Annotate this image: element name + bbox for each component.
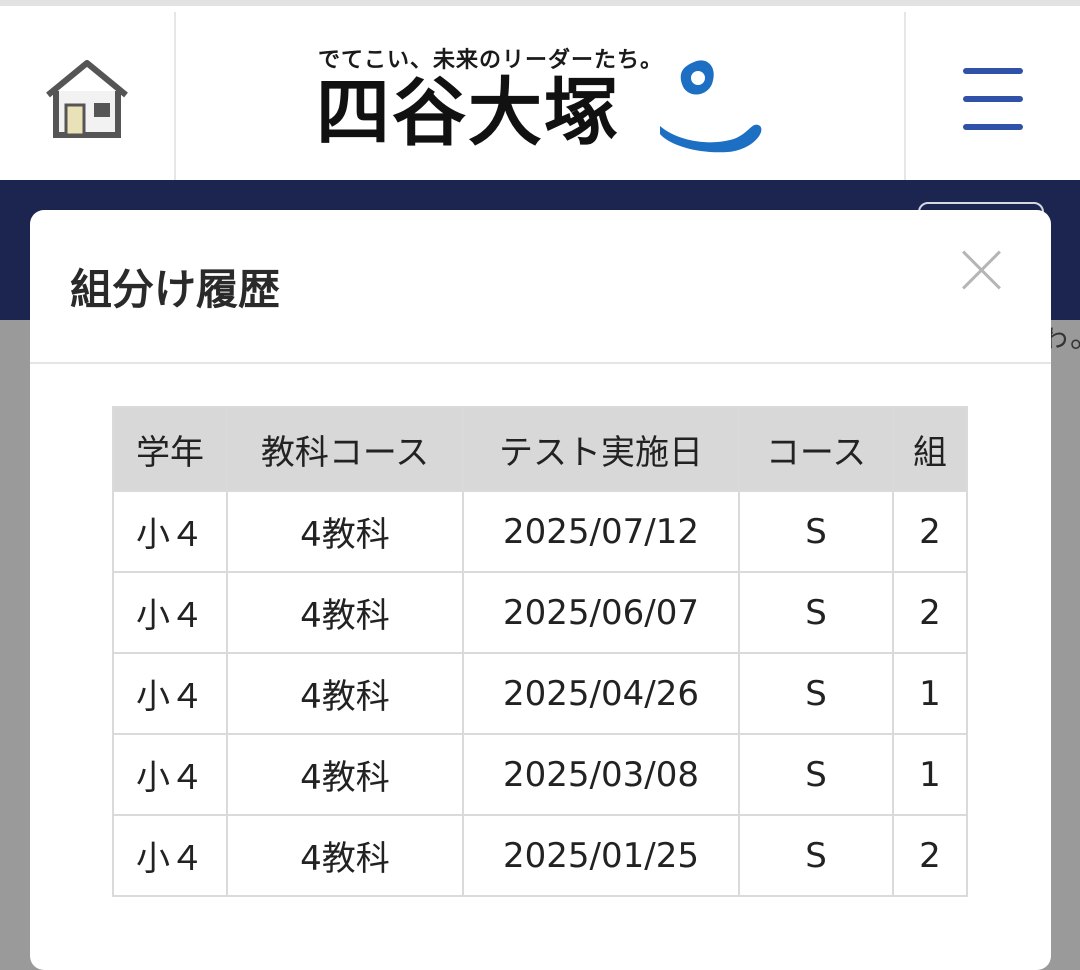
column-header-course: コース (738, 406, 894, 492)
hamburger-menu-icon (963, 68, 1023, 130)
cell-grade: 小４ (112, 733, 228, 816)
cell-grade: 小４ (112, 571, 228, 654)
table-header-row: 学年 教科コース テスト実施日 コース 組 (112, 406, 968, 492)
table-row: 小４ 4教科 2025/04/26 S 1 (112, 652, 968, 735)
class-history-table: 学年 教科コース テスト実施日 コース 組 小４ 4教科 2025/07/12 … (112, 406, 968, 897)
cell-subject-course: 4教科 (226, 814, 464, 897)
cell-class: 2 (892, 571, 968, 654)
modal-title: 組分け履歴 (70, 265, 281, 314)
cell-grade: 小４ (112, 814, 228, 897)
cell-test-date: 2025/01/25 (462, 814, 740, 897)
cell-subject-course: 4教科 (226, 571, 464, 654)
brand-mascot-mark (660, 60, 762, 153)
table-row: 小４ 4教科 2025/07/12 S 2 (112, 490, 968, 573)
column-header-grade: 学年 (112, 406, 228, 492)
cell-course: S (738, 733, 894, 816)
column-header-subject-course: 教科コース (226, 406, 464, 492)
cell-course: S (738, 490, 894, 573)
cell-subject-course: 4教科 (226, 652, 464, 735)
home-button[interactable] (0, 12, 176, 186)
cell-subject-course: 4教科 (226, 490, 464, 573)
cell-grade: 小４ (112, 490, 228, 573)
table-row: 小４ 4教科 2025/06/07 S 2 (112, 571, 968, 654)
table-row: 小４ 4教科 2025/01/25 S 2 (112, 814, 968, 897)
cell-class: 1 (892, 652, 968, 735)
close-icon[interactable] (959, 248, 1003, 292)
cell-test-date: 2025/06/07 (462, 571, 740, 654)
cell-course: S (738, 814, 894, 897)
brand-name: 四谷大塚 (316, 70, 620, 156)
cell-class: 2 (892, 490, 968, 573)
cell-test-date: 2025/04/26 (462, 652, 740, 735)
column-header-test-date: テスト実施日 (462, 406, 740, 492)
site-header: でてこい、未来のリーダーたち。 四谷大塚 (0, 0, 1080, 186)
house-icon (46, 60, 128, 138)
site-logo[interactable]: でてこい、未来のリーダーたち。 四谷大塚 (176, 12, 904, 186)
class-history-modal: 組分け履歴 学年 教科コース テスト実施日 コース 組 小４ 4教科 2025/… (30, 210, 1051, 970)
cell-course: S (738, 571, 894, 654)
cell-test-date: 2025/07/12 (462, 490, 740, 573)
column-header-class: 組 (892, 406, 968, 492)
cell-grade: 小４ (112, 652, 228, 735)
cell-test-date: 2025/03/08 (462, 733, 740, 816)
cell-course: S (738, 652, 894, 735)
cell-subject-course: 4教科 (226, 733, 464, 816)
table-row: 小４ 4教科 2025/03/08 S 1 (112, 733, 968, 816)
cell-class: 2 (892, 814, 968, 897)
cell-class: 1 (892, 733, 968, 816)
modal-header: 組分け履歴 (30, 210, 1051, 364)
menu-button[interactable] (904, 12, 1080, 186)
